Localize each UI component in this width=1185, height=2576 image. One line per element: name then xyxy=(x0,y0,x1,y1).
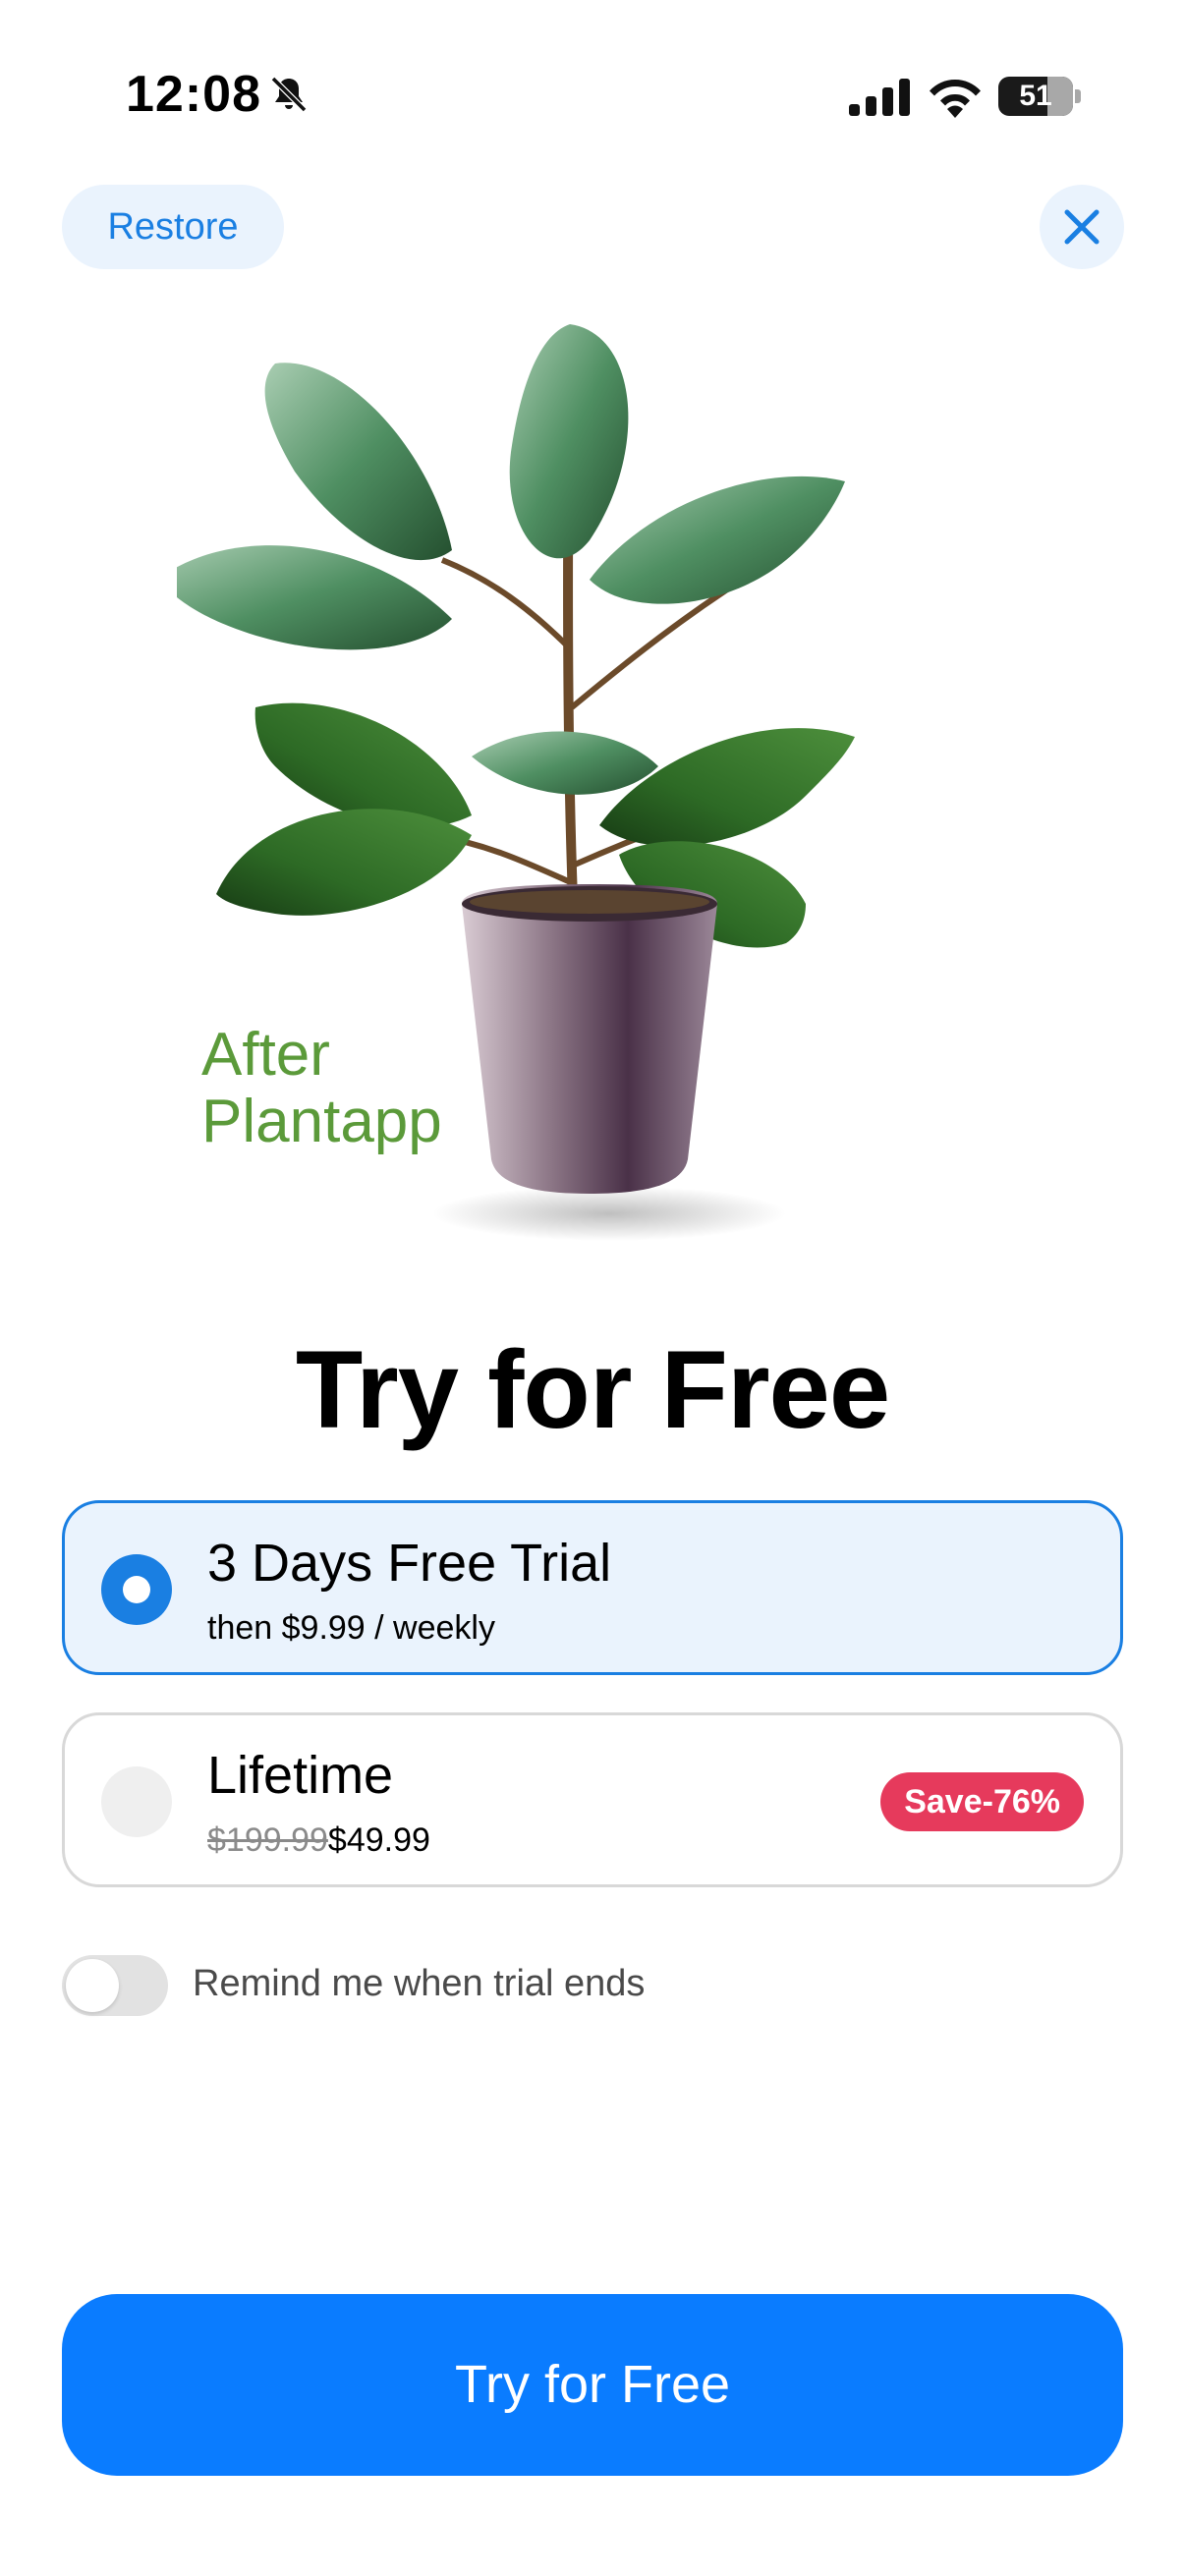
hero-caption: After Plantapp xyxy=(201,1022,442,1155)
plan-option-trial[interactable]: 3 Days Free Trial then $9.99 / weekly xyxy=(62,1500,1123,1675)
status-bar: 12:08 51 xyxy=(0,0,1185,187)
reminder-toggle[interactable] xyxy=(62,1955,168,2016)
battery-icon: 51 xyxy=(998,77,1081,116)
battery-level: 51 xyxy=(1019,80,1052,112)
toggle-knob xyxy=(66,1959,119,2012)
try-for-free-button[interactable]: Try for Free xyxy=(62,2294,1123,2476)
page-title: Try for Free xyxy=(295,1328,890,1451)
battery-body: 51 xyxy=(998,77,1073,116)
wifi-icon xyxy=(930,79,981,118)
original-price: $199.99 xyxy=(207,1821,328,1859)
status-time: 12:08 xyxy=(126,66,261,123)
battery-nub xyxy=(1075,89,1081,103)
plan-option-lifetime[interactable]: Lifetime $199.99$49.99 Save-76% xyxy=(62,1712,1123,1887)
discounted-price: $49.99 xyxy=(327,1821,430,1859)
plan-name: 3 Days Free Trial xyxy=(207,1534,612,1593)
close-button[interactable] xyxy=(1040,185,1124,269)
save-badge: Save-76% xyxy=(880,1772,1084,1831)
hero-caption-line2: Plantapp xyxy=(201,1088,442,1155)
plan-name: Lifetime xyxy=(207,1746,394,1805)
cellular-signal-icon xyxy=(849,79,910,116)
close-icon xyxy=(1064,209,1100,245)
hero-caption-line1: After xyxy=(201,1021,330,1089)
bell-slash-icon xyxy=(270,76,308,113)
plan-price-description: then $9.99 / weekly xyxy=(207,1609,495,1647)
radio-selected[interactable] xyxy=(101,1554,172,1625)
reminder-label: Remind me when trial ends xyxy=(193,1963,646,2004)
restore-button[interactable]: Restore xyxy=(62,185,284,269)
radio-unselected[interactable] xyxy=(101,1766,172,1837)
plan-price: $199.99$49.99 xyxy=(207,1821,430,1860)
